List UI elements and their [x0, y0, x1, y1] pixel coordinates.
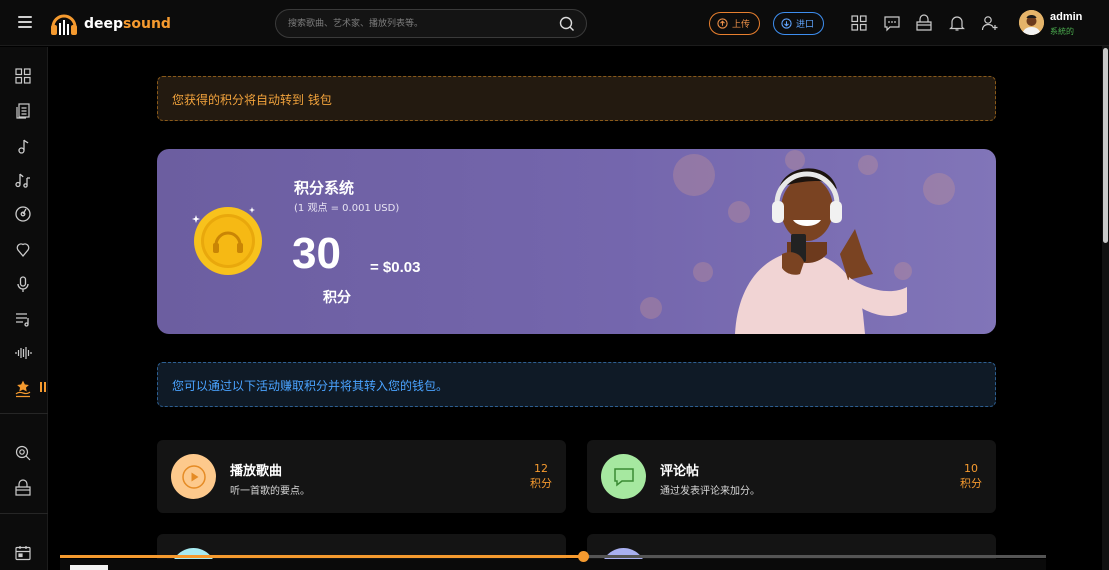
activity-points-value: 10: [964, 462, 978, 475]
import-label: 进口: [796, 20, 815, 30]
points-hero-card: 积分系统 (1 观点 = 0.001 USD) 30 = $0.03 积分: [157, 149, 996, 334]
activity-desc: 听一首歌的要点。: [230, 486, 310, 497]
user-name: admin: [1050, 11, 1083, 23]
activity-points-unit: 积分: [530, 477, 552, 490]
earn-notice: 您可以通过以下活动赚取积分并将其转入您的钱包。: [157, 362, 996, 407]
music-player-bar: [60, 559, 1046, 570]
copy-icon[interactable]: [14, 102, 32, 120]
waveform-icon[interactable]: [14, 344, 32, 362]
activity-card-comment[interactable]: 评论帖 通过发表评论来加分。 10 积分: [587, 440, 996, 513]
avatar: [1019, 10, 1044, 35]
import-icon: [781, 18, 792, 29]
sidebar-divider: [0, 513, 48, 514]
music-note-icon[interactable]: [14, 137, 32, 155]
menu-icon[interactable]: [18, 16, 32, 28]
activity-card-play[interactable]: 播放歌曲 听一首歌的要点。 12 积分: [157, 440, 566, 513]
points-value: 30: [292, 229, 341, 278]
disc-icon[interactable]: [14, 205, 32, 223]
coin-icon: [192, 207, 262, 275]
comment-icon: [601, 454, 646, 499]
logo[interactable]: deepsound: [49, 9, 171, 39]
player-progress-fill: [60, 555, 583, 558]
decor-bubble: [923, 173, 955, 205]
sidebar: [0, 47, 48, 570]
import-button[interactable]: 进口: [773, 12, 825, 35]
hero-subtitle: (1 观点 = 0.001 USD): [294, 203, 400, 214]
grid-icon[interactable]: [14, 67, 32, 85]
player-progress-knob[interactable]: [577, 551, 589, 562]
search-bar: [275, 9, 587, 38]
hero-title: 积分系统: [294, 179, 355, 197]
microphone-icon[interactable]: [14, 275, 32, 293]
bell-icon[interactable]: [948, 14, 966, 32]
user-status: 系統的: [1050, 27, 1074, 36]
decor-bubble: [673, 154, 715, 196]
logo-text: deepsound: [84, 16, 171, 32]
logo-icon: [49, 9, 79, 39]
chat-icon[interactable]: [883, 14, 901, 32]
wallet-notice-text: 您获得的积分将自动转到 钱包: [172, 93, 332, 107]
activity-points-value: 12: [534, 462, 548, 475]
activity-desc: 通过发表评论来加分。: [660, 486, 760, 497]
upload-label: 上传: [732, 20, 751, 30]
scrollbar-thumb[interactable]: [1103, 48, 1108, 243]
active-indicator: [40, 382, 46, 392]
usd-value: = $0.03: [370, 259, 421, 276]
player-thumbnail[interactable]: [70, 565, 108, 570]
top-header: deepsound 上传 进口 admin 系統的: [0, 0, 1109, 46]
bag-icon[interactable]: [14, 479, 32, 497]
sidebar-divider: [0, 413, 48, 414]
points-icon[interactable]: [14, 380, 32, 398]
earn-notice-text: 您可以通过以下活动赚取积分并将其转入您的钱包。: [172, 379, 449, 393]
search-input[interactable]: [288, 16, 548, 32]
heart-icon[interactable]: [14, 240, 32, 258]
activity-title: 评论帖: [660, 464, 700, 479]
apps-icon[interactable]: [850, 14, 868, 32]
calendar-icon[interactable]: [14, 544, 32, 562]
upload-icon: [717, 18, 728, 29]
activity-points: 10 积分: [960, 461, 982, 491]
upload-button[interactable]: 上传: [709, 12, 761, 35]
search-icon[interactable]: [559, 16, 575, 32]
decor-bubble: [693, 262, 713, 282]
add-user-icon[interactable]: [981, 14, 999, 32]
activity-points: 12 积分: [530, 461, 552, 491]
points-unit: 积分: [323, 290, 351, 306]
wallet-notice: 您获得的积分将自动转到 钱包: [157, 76, 996, 121]
player-progress-bar[interactable]: [60, 551, 1046, 562]
store-icon[interactable]: [915, 14, 933, 32]
activity-points-unit: 积分: [960, 477, 982, 490]
page-scrollbar[interactable]: [1102, 46, 1109, 570]
hero-person-image: [735, 168, 907, 334]
activity-title: 播放歌曲: [230, 464, 283, 479]
decor-bubble: [640, 297, 662, 319]
play-icon: [171, 454, 216, 499]
search-globe-icon[interactable]: [14, 444, 32, 462]
music-notes-icon[interactable]: [14, 171, 32, 189]
playlist-icon[interactable]: [14, 310, 32, 328]
